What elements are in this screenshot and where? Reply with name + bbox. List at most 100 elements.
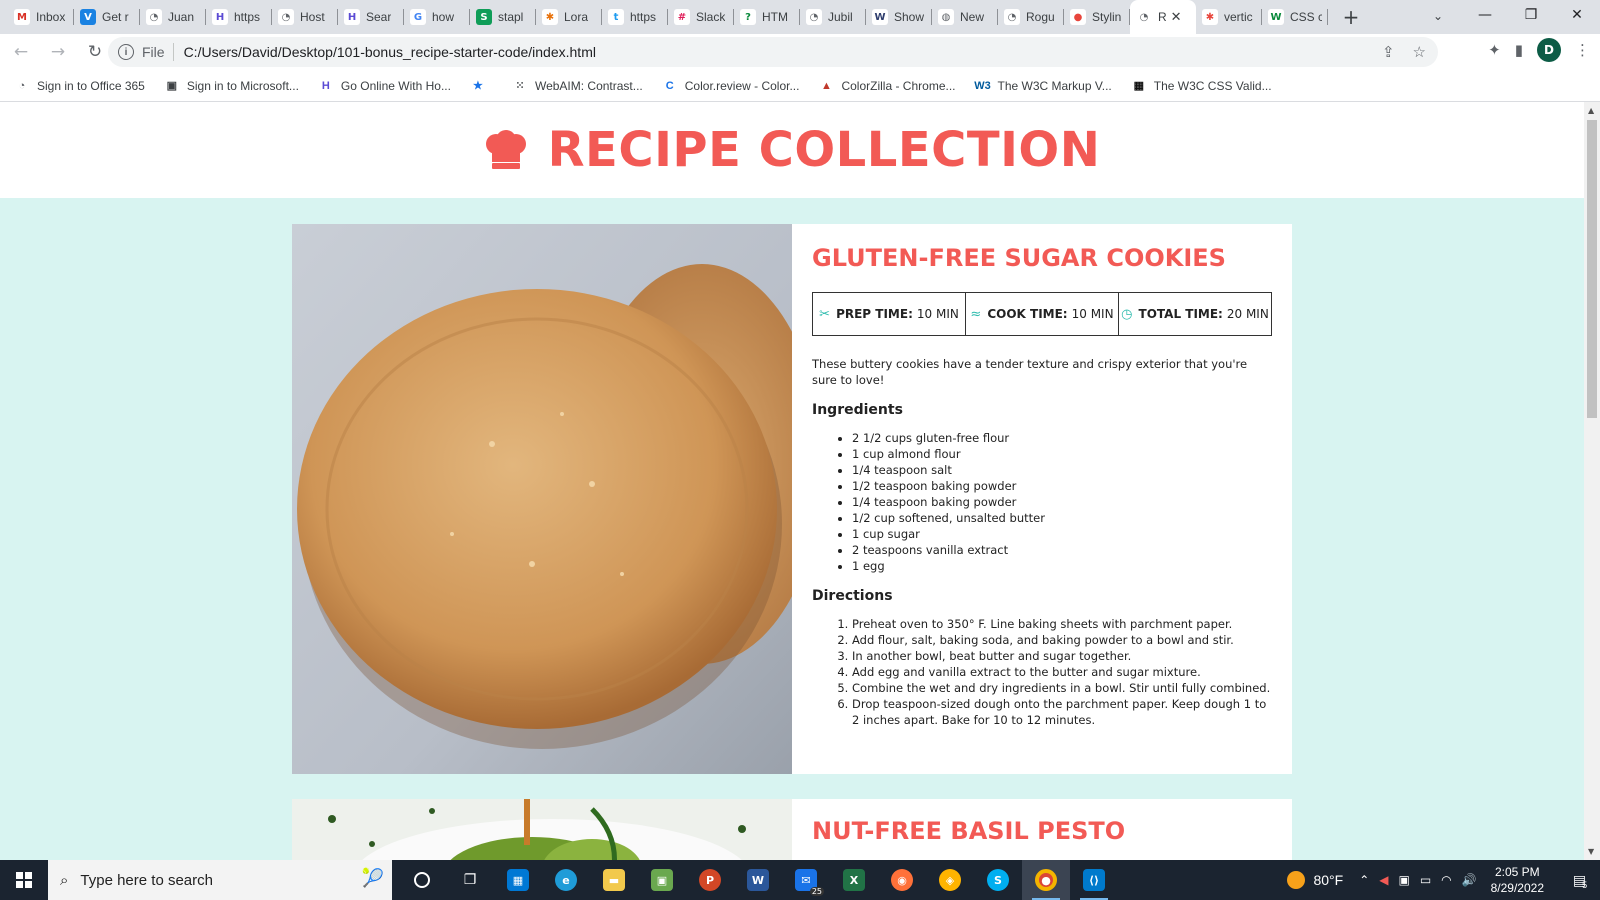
scroll-down-icon[interactable]: ▼ xyxy=(1588,847,1594,856)
bookmark-label: WebAIM: Contrast... xyxy=(534,78,643,93)
browser-tab[interactable]: ◍ New xyxy=(932,0,998,34)
browser-tab[interactable]: ◔ Jubil xyxy=(800,0,866,34)
new-tab-button[interactable]: + xyxy=(1334,0,1368,34)
prep-time-value: 10 MIN xyxy=(916,307,959,321)
recipe-title: GLUTEN-FREE SUGAR COOKIES xyxy=(812,244,1226,272)
tab-favicon-icon: # xyxy=(674,9,690,25)
bookmark-icon: ◔ xyxy=(18,79,26,92)
browser-tab[interactable]: t https xyxy=(602,0,668,34)
weather-widget[interactable]: 80°F xyxy=(1287,871,1343,889)
bookmark-item[interactable]: C Color.review - Color... xyxy=(662,78,800,94)
bookmark-item[interactable]: H Go Online With Ho... xyxy=(318,78,451,94)
ingredients-list: 2 1/2 cups gluten-free flour1 cup almond… xyxy=(812,430,1272,574)
prep-time-label: PREP TIME: xyxy=(836,307,913,321)
alert-icon[interactable]: ◀ xyxy=(1379,873,1388,887)
bookmark-item[interactable]: W3 The W3C Markup V... xyxy=(974,78,1112,94)
info-icon[interactable]: i xyxy=(118,44,134,60)
url-scheme: File xyxy=(142,44,165,60)
app-icon[interactable]: ▣ xyxy=(638,860,686,900)
notifications-button[interactable]: ▤ 5 xyxy=(1560,860,1600,900)
profile-avatar[interactable]: D xyxy=(1537,38,1561,62)
browser-tab[interactable]: ● Stylin xyxy=(1064,0,1130,34)
battery-icon[interactable]: ▭ xyxy=(1420,873,1431,887)
browser-tab[interactable]: Hhttps xyxy=(206,0,272,34)
address-bar[interactable]: i File C:/Users/David/Desktop/101-bonus_… xyxy=(108,37,1438,67)
taskbar-search[interactable]: ⌕ Type here to search 🎾 xyxy=(48,860,392,900)
bookmark-item[interactable]: ▲ ColorZilla - Chrome... xyxy=(818,78,955,94)
bookmark-item[interactable]: ⁙ WebAIM: Contrast... xyxy=(512,78,643,94)
menu-icon[interactable]: ⋮ xyxy=(1575,41,1590,59)
directions-heading: Directions xyxy=(812,588,893,604)
close-window-button[interactable]: ✕ xyxy=(1554,0,1600,30)
browser-tab[interactable]: W Show xyxy=(866,0,932,34)
bookmark-star-icon[interactable]: ☆ xyxy=(1413,43,1426,61)
cookie-image xyxy=(292,224,792,774)
browser-tab[interactable]: ◔ Juan xyxy=(140,0,206,34)
extensions-icon[interactable]: ✦ xyxy=(1488,41,1501,59)
browser-tab[interactable]: M Inbox xyxy=(8,0,74,34)
tab-favicon-icon: W xyxy=(872,9,888,25)
browser-tab[interactable]: W CSS c xyxy=(1262,0,1328,34)
edge-icon[interactable]: e xyxy=(542,860,590,900)
back-button[interactable]: ← xyxy=(5,36,37,68)
wifi-icon[interactable]: ◠ xyxy=(1441,873,1451,887)
skype-icon[interactable]: S xyxy=(974,860,1022,900)
store-icon[interactable]: ▦ xyxy=(494,860,542,900)
share-icon[interactable]: ⇪ xyxy=(1382,43,1395,61)
tab-search-button[interactable]: ⌄ xyxy=(1424,4,1452,28)
bookmark-item[interactable]: ▦ The W3C CSS Valid... xyxy=(1131,78,1272,94)
mail-icon[interactable]: ✉ 25 xyxy=(782,860,830,900)
url-text[interactable]: C:/Users/David/Desktop/101-bonus_recipe-… xyxy=(184,44,596,60)
browser-tab[interactable]: V Get r xyxy=(74,0,140,34)
powerpoint-icon[interactable]: P xyxy=(686,860,734,900)
direction-step: In another bowl, beat butter and sugar t… xyxy=(852,648,1272,664)
restore-button[interactable]: ❐ xyxy=(1508,0,1554,30)
browser-tab[interactable]: ✱ Lora xyxy=(536,0,602,34)
bookmark-label: Sign in to Office 365 xyxy=(37,78,145,93)
volume-icon[interactable]: 🔊 xyxy=(1462,873,1477,887)
browser-tab[interactable]: ◔ R ✕ xyxy=(1130,0,1196,34)
browser-tab[interactable]: Sstapl xyxy=(470,0,536,34)
bookmark-item[interactable]: ★ xyxy=(470,78,493,94)
tab-favicon-icon: ● xyxy=(1070,9,1086,25)
clock[interactable]: 2:05 PM 8/29/2022 xyxy=(1491,864,1544,896)
browser-tab[interactable]: ? HTM xyxy=(734,0,800,34)
minimize-button[interactable]: — xyxy=(1462,0,1508,30)
file-explorer-icon[interactable]: ▬ xyxy=(590,860,638,900)
notification-count: 5 xyxy=(1582,880,1588,890)
scroll-up-icon[interactable]: ▲ xyxy=(1588,106,1594,115)
reload-button[interactable]: ↻ xyxy=(79,36,111,68)
task-view-icon[interactable]: ❐ xyxy=(446,860,494,900)
bookmark-item[interactable]: ▣ Sign in to Microsoft... xyxy=(164,78,299,94)
forward-button[interactable]: → xyxy=(42,36,74,68)
scrollbar-thumb[interactable] xyxy=(1587,120,1597,418)
word-icon[interactable]: W xyxy=(734,860,782,900)
bookmark-item[interactable]: ◔ Sign in to Office 365 xyxy=(14,78,145,94)
tab-title: CSS c xyxy=(1290,10,1322,24)
browser-tab[interactable]: ◔ Host xyxy=(272,0,338,34)
page-scrollbar[interactable]: ▲ ▼ xyxy=(1584,102,1600,860)
browser-tab[interactable]: Ghow xyxy=(404,0,470,34)
cortana-icon[interactable] xyxy=(398,860,446,900)
side-panel-icon[interactable]: ▮ xyxy=(1515,41,1523,59)
excel-icon[interactable]: X xyxy=(830,860,878,900)
browser-tab[interactable]: ◔ Rogu xyxy=(998,0,1064,34)
firefox-icon[interactable]: ◉ xyxy=(878,860,926,900)
browser-tab[interactable]: # Slack xyxy=(668,0,734,34)
app-2-icon[interactable]: ◈ xyxy=(926,860,974,900)
browser-tab[interactable]: H Sear xyxy=(338,0,404,34)
close-tab-icon[interactable]: ✕ xyxy=(1171,10,1182,25)
vscode-icon[interactable]: ⟨⟩ xyxy=(1070,860,1118,900)
start-button[interactable] xyxy=(0,860,48,900)
chrome-icon[interactable]: ● xyxy=(1022,860,1070,900)
search-placeholder: Type here to search xyxy=(80,871,213,889)
browser-tab[interactable]: ✱ vertic xyxy=(1196,0,1262,34)
bookmark-label: ColorZilla - Chrome... xyxy=(841,78,956,93)
chevron-up-icon[interactable]: ⌃ xyxy=(1359,873,1369,887)
bookmark-label: The W3C Markup V... xyxy=(997,78,1112,93)
tab-favicon-icon: ? xyxy=(740,9,756,25)
recipe-body: GLUTEN-FREE SUGAR COOKIES ✂ PREP TIME: 1… xyxy=(792,224,1292,774)
meet-icon[interactable]: ▣ xyxy=(1398,873,1409,887)
tab-favicon-icon: ◔ xyxy=(1136,9,1152,25)
bookmark-icon: W3 xyxy=(974,79,991,92)
